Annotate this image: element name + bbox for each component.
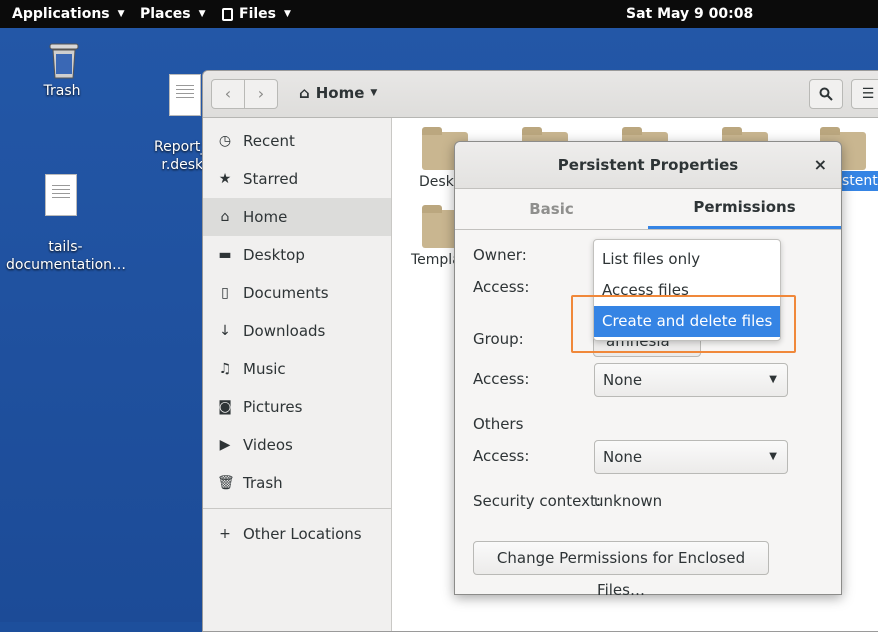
sidebar-item-starred[interactable]: ★ Starred [203, 160, 391, 198]
places-menu[interactable]: Places ▼ [140, 0, 206, 28]
annotation-highlight-box [571, 295, 796, 353]
folder-label-persistent-selected: stent [838, 171, 878, 191]
dropdown-arrow-icon: ▼ [769, 451, 777, 462]
chevron-down-icon: ▼ [198, 9, 206, 19]
owner-access-label: Access: [473, 278, 530, 296]
sidebar-separator [203, 508, 391, 509]
document-icon [169, 74, 201, 116]
trash-icon: 🗑 [217, 475, 235, 491]
security-context-label: Security context: [473, 492, 601, 510]
group-access-combo[interactable]: None ▼ [594, 363, 788, 397]
top-bar: Applications ▼ Places ▼ Files ▼ Sat May … [0, 0, 878, 28]
list-view-icon: ☰ [861, 86, 875, 102]
tab-basic[interactable]: Basic [455, 189, 648, 229]
plus-icon: + [219, 526, 231, 542]
chevron-down-icon: ▼ [370, 88, 378, 98]
desktop-icon-label: Trash [43, 83, 81, 99]
places-sidebar: ◷ Recent ★ Starred ⌂ Home ▬ Desktop ▯ Documen… [203, 118, 392, 631]
group-label: Group: [473, 330, 524, 348]
dropdown-arrow-icon: ▼ [769, 374, 777, 385]
home-icon: ⌂ [299, 84, 310, 102]
view-toggle-button[interactable]: ☰ [851, 79, 878, 109]
properties-dialog: Persistent Properties × Basic Permission… [454, 141, 842, 599]
sidebar-item-label: Recent [243, 132, 295, 150]
others-label: Others [473, 415, 524, 433]
sidebar-item-label: Music [243, 360, 286, 378]
download-icon: ↓ [219, 323, 231, 339]
sidebar-item-label: Starred [243, 170, 299, 188]
sidebar-item-label: Home [243, 208, 288, 226]
search-icon [819, 87, 833, 101]
places-menu-label: Places [140, 6, 191, 22]
sidebar-item-label: Downloads [243, 322, 326, 340]
group-access-label: Access: [473, 370, 530, 388]
sidebar-item-label: Documents [243, 284, 329, 302]
files-icon [222, 7, 233, 21]
sidebar-item-label: Other Locations [243, 525, 362, 543]
sidebar-item-downloads[interactable]: ↓ Downloads [203, 312, 391, 350]
dialog-title: Persistent Properties [557, 156, 739, 174]
files-app-menu[interactable]: Files ▼ [222, 0, 291, 28]
chevron-down-icon: ▼ [117, 9, 125, 19]
sidebar-item-other-locations[interactable]: + Other Locations [203, 515, 391, 553]
back-button[interactable]: ‹ [212, 80, 244, 108]
dialog-tabs: Basic Permissions [455, 189, 841, 230]
star-icon: ★ [218, 171, 232, 187]
sidebar-item-documents[interactable]: ▯ Documents [203, 274, 391, 312]
desktop-icon-trash[interactable]: Trash [7, 38, 117, 100]
trash-icon [46, 38, 79, 79]
folder-icon: ▬ [218, 247, 232, 263]
combo-value: None [603, 371, 643, 389]
files-menu-label: Files [239, 6, 276, 22]
forward-button[interactable]: › [244, 80, 277, 108]
sidebar-item-music[interactable]: ♫ Music [203, 350, 391, 388]
path-bar-home[interactable]: ⌂ Home ▼ [299, 79, 377, 107]
combo-value: None [603, 448, 643, 466]
sidebar-item-desktop[interactable]: ▬ Desktop [203, 236, 391, 274]
sidebar-item-videos[interactable]: ▶ Videos [203, 426, 391, 464]
sidebar-item-label: Trash [243, 474, 283, 492]
applications-menu-label: Applications [12, 6, 110, 22]
files-headerbar: ‹ › ⌂ Home ▼ ☰ [203, 71, 878, 118]
option-list-files-only[interactable]: List files only [594, 244, 780, 275]
others-access-combo[interactable]: None ▼ [594, 440, 788, 474]
sidebar-item-label: Desktop [243, 246, 305, 264]
sidebar-item-pictures[interactable]: ◙ Pictures [203, 388, 391, 426]
owner-label: Owner: [473, 246, 527, 264]
sidebar-item-label: Videos [243, 436, 293, 454]
applications-menu[interactable]: Applications ▼ [12, 0, 125, 28]
chevron-down-icon: ▼ [284, 9, 291, 19]
sidebar-item-home[interactable]: ⌂ Home [203, 198, 391, 236]
clock[interactable]: Sat May 9 00:08 [626, 0, 753, 28]
sidebar-item-trash[interactable]: 🗑 Trash [203, 464, 391, 502]
change-permissions-enclosed-button[interactable]: Change Permissions for Enclosed Files… [473, 541, 769, 599]
close-icon[interactable]: × [814, 142, 827, 188]
desktop-icon-label: tails- documentation… [6, 239, 127, 273]
desktop-icon-tails-documentation[interactable]: tails- documentation… [6, 138, 126, 274]
video-icon: ▶ [219, 437, 231, 453]
sidebar-item-recent[interactable]: ◷ Recent [203, 122, 391, 160]
security-context-value: unknown [594, 492, 663, 510]
home-icon: ⌂ [220, 209, 230, 225]
document-icon: ▯ [221, 285, 229, 301]
path-label: Home [315, 84, 365, 102]
others-access-label: Access: [473, 447, 530, 465]
tab-permissions[interactable]: Permissions [648, 189, 841, 229]
music-icon: ♫ [218, 361, 232, 377]
sidebar-item-label: Pictures [243, 398, 303, 416]
clock-icon: ◷ [218, 133, 232, 149]
search-button[interactable] [809, 79, 843, 109]
navigation-buttons: ‹ › [211, 79, 278, 109]
camera-icon: ◙ [218, 399, 232, 415]
document-icon [45, 174, 77, 216]
dialog-titlebar: Persistent Properties × [455, 142, 841, 189]
